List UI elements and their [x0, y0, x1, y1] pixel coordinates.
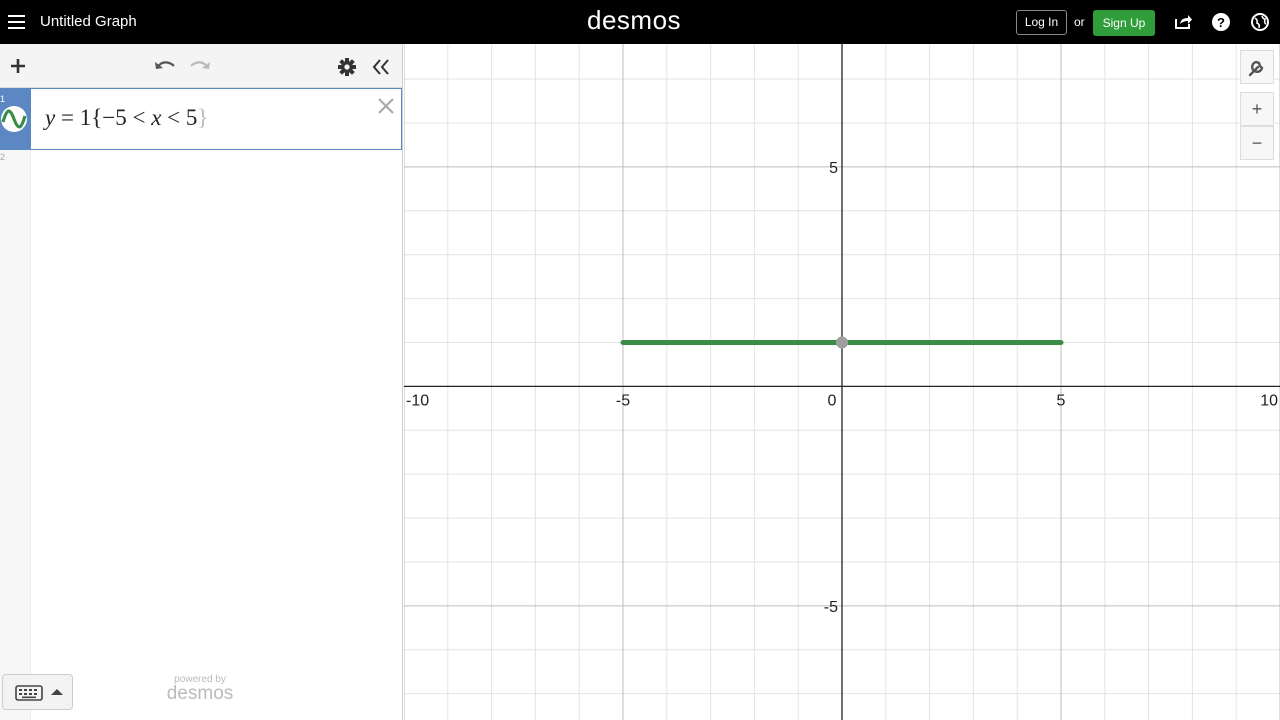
graph-color-icon[interactable]	[0, 104, 30, 134]
expression-index: 2	[0, 152, 6, 162]
y-tick-label: -5	[824, 599, 838, 616]
wrench-icon[interactable]	[1240, 50, 1274, 84]
new-expression-tab[interactable]: 2	[0, 150, 31, 720]
share-icon[interactable]	[1173, 12, 1193, 32]
undo-icon[interactable]	[153, 55, 177, 77]
expression-index: 1	[0, 94, 6, 104]
powered-by-logo: powered by desmos	[160, 674, 240, 703]
double-chevron-left-icon[interactable]	[369, 56, 393, 78]
login-button[interactable]: Log In	[1016, 10, 1067, 35]
expr-variable-y: y	[45, 105, 56, 130]
expression-item[interactable]: 1 y = 1{−5 < x < 5}	[0, 88, 402, 150]
expression-math[interactable]: y = 1{−5 < x < 5}	[45, 105, 208, 131]
zoom-out-button[interactable]: −	[1240, 126, 1274, 160]
keyboard-icon	[15, 685, 63, 701]
expr-variable-x: x	[151, 105, 162, 130]
powered-by-brand: desmos	[166, 683, 234, 704]
or-label: or	[1074, 15, 1085, 29]
x-tick-label: -10	[406, 392, 429, 409]
expr-brace-open: {	[91, 105, 103, 130]
keyboard-toggle-button[interactable]	[2, 674, 73, 710]
graph-svg[interactable]: -10 -5 0 5 10 5 -5	[404, 44, 1280, 720]
graph-title[interactable]: Untitled Graph	[40, 13, 137, 30]
brand-logo: desmos	[587, 5, 682, 35]
expr-equals: = 1	[55, 105, 92, 130]
x-tick-label: 0	[828, 392, 837, 409]
gear-icon[interactable]	[336, 56, 358, 78]
y-intercept-point	[836, 336, 848, 349]
expression-input[interactable]: y = 1{−5 < x < 5}	[31, 88, 402, 150]
top-bar: Untitled Graph desmos Log In or Sign Up …	[0, 0, 1280, 44]
expression-panel: 1 y = 1{−5 < x < 5} 2 powered by desmos	[0, 44, 403, 720]
expr-condition-left: −5 <	[102, 105, 152, 130]
signup-button[interactable]: Sign Up	[1093, 10, 1155, 36]
globe-icon[interactable]	[1250, 12, 1270, 32]
close-icon[interactable]	[377, 97, 395, 115]
x-tick-label: 10	[1260, 392, 1278, 409]
y-tick-label: 5	[829, 160, 838, 177]
expr-brace-close: }	[197, 105, 209, 130]
menu-icon[interactable]	[6, 11, 26, 33]
svg-text:?: ?	[1217, 15, 1225, 30]
x-tick-label: -5	[616, 392, 630, 409]
redo-icon[interactable]	[188, 55, 212, 77]
help-icon[interactable]: ?	[1211, 12, 1231, 32]
expression-toolbar	[0, 44, 402, 88]
zoom-in-button[interactable]: +	[1240, 92, 1274, 126]
plus-icon[interactable]	[8, 56, 28, 76]
x-tick-label: 5	[1057, 392, 1066, 409]
expr-condition-right: < 5	[161, 105, 198, 130]
graph-canvas[interactable]: -10 -5 0 5 10 5 -5	[404, 44, 1280, 720]
